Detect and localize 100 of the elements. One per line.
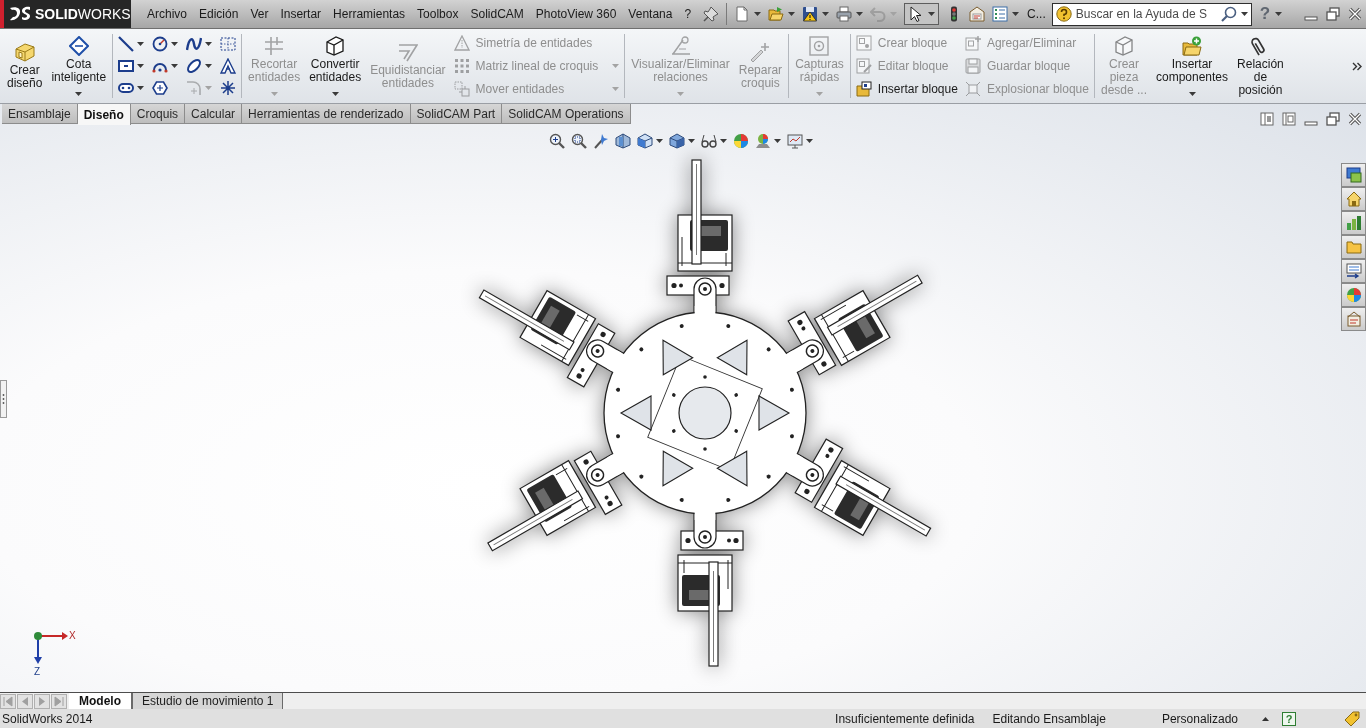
tool-button[interactable]: [220, 58, 237, 74]
ribbon-tab[interactable]: Ensamblaje: [2, 104, 78, 124]
bottom-tab[interactable]: Estudio de movimiento 1: [132, 693, 284, 709]
search-field[interactable]: Buscar en la Ayuda de S: [1051, 2, 1252, 26]
tool-button[interactable]: [186, 36, 213, 52]
help-bubble-icon: [1055, 6, 1072, 22]
spline-icon: [186, 36, 203, 52]
color-sphere-icon: [733, 133, 749, 149]
cube-icon: [637, 133, 653, 149]
axis-label: X: [69, 630, 76, 641]
task-pane-tab[interactable]: [1341, 163, 1366, 187]
pushpin-icon[interactable]: [703, 6, 720, 22]
point-icon: [220, 80, 237, 96]
task-pane-tab[interactable]: [1341, 235, 1366, 259]
ribbon-button[interactable]: Relación de posición: [1234, 29, 1287, 103]
caret-up-icon[interactable]: [1262, 716, 1269, 721]
caret-down-icon: [774, 139, 781, 143]
toolbar-button[interactable]: [992, 3, 1020, 25]
bottom-tab[interactable]: Modelo: [69, 693, 132, 709]
tag-icon[interactable]: [1344, 710, 1360, 727]
bar-chart-icon: [1345, 215, 1362, 231]
ribbon-tab[interactable]: SolidCAM Part: [410, 104, 503, 124]
sphere-stand-icon: [755, 133, 771, 149]
page-icon: [734, 6, 751, 22]
slot-icon: [118, 80, 135, 96]
caret-down-icon: [806, 139, 813, 143]
task-pane-tab[interactable]: [1341, 211, 1366, 235]
caret-down-icon: [205, 64, 213, 68]
task-pane-tab[interactable]: [1341, 187, 1366, 211]
toolbar-button[interactable]: [904, 3, 940, 25]
tool-button[interactable]: [118, 36, 145, 52]
folder-plus-icon: [1182, 36, 1202, 56]
close-icon[interactable]: [1348, 7, 1362, 21]
task-pane-tab[interactable]: [1341, 307, 1366, 331]
ribbon-tab[interactable]: Croquis: [130, 104, 186, 124]
checklist-icon: [992, 6, 1009, 22]
caret-down-icon: [137, 64, 145, 68]
view-toolbar-button[interactable]: [669, 133, 695, 149]
menu-item[interactable]: Ver: [244, 5, 275, 23]
menu-item[interactable]: Insertar: [274, 5, 328, 23]
ribbon-tab[interactable]: Herramientas de renderizado: [242, 104, 411, 124]
caret-down-icon: [1275, 12, 1283, 16]
axis-label: Z: [34, 666, 41, 677]
tool-button[interactable]: [118, 58, 145, 74]
menu-item[interactable]: Archivo: [141, 5, 193, 23]
menu-item[interactable]: SolidCAM: [464, 5, 530, 23]
ribbon-tab[interactable]: SolidCAM Operations: [502, 104, 631, 124]
caret-down-icon: [1012, 12, 1020, 16]
caret-down-icon: [677, 92, 684, 96]
tile-horizontal-icon[interactable]: [1282, 112, 1296, 126]
view-toolbar-button[interactable]: [571, 133, 587, 149]
view-toolbar-button[interactable]: [755, 133, 781, 149]
close-icon[interactable]: [1348, 112, 1362, 126]
restore-icon[interactable]: [1326, 112, 1340, 126]
panel-handle-icon[interactable]: [0, 380, 7, 418]
task-pane-tab[interactable]: [1341, 259, 1366, 283]
caret-down-icon: [612, 64, 620, 68]
ribbon-tab[interactable]: Calcular: [185, 104, 243, 124]
view-toolbar-button[interactable]: [787, 133, 813, 149]
ribbon-small-button[interactable]: Insertar bloque: [855, 81, 958, 97]
logo-mark-icon: [9, 6, 31, 22]
ribbon-button[interactable]: Insertar componentes: [1153, 29, 1232, 103]
view-toolbar-button[interactable]: [615, 133, 631, 149]
search-icon: [1220, 6, 1237, 22]
folder-icon: [1345, 239, 1362, 255]
menu-item[interactable]: Edición: [193, 5, 245, 23]
tile-vertical-icon[interactable]: [1260, 112, 1274, 126]
section-cube-icon: [615, 133, 631, 149]
chevron-double-right-icon[interactable]: [1352, 61, 1362, 71]
toolbar-button[interactable]: [734, 3, 762, 25]
restore-icon[interactable]: [1326, 7, 1340, 21]
dimension-icon: [68, 36, 89, 56]
menu-item[interactable]: ?: [678, 5, 698, 23]
view-toolbar-button[interactable]: [637, 133, 663, 149]
ellipse-icon: [186, 58, 203, 74]
menu-item[interactable]: Toolbox: [411, 5, 465, 23]
move-icon: [453, 81, 470, 97]
ribbon-button[interactable]: Crear diseño: [4, 29, 46, 103]
task-pane-tab[interactable]: [1341, 283, 1366, 307]
caret-down-icon: [856, 12, 864, 16]
caret-down-icon: [331, 92, 339, 96]
help-button[interactable]: ?: [1282, 711, 1296, 726]
menu-item[interactable]: PhotoView 360: [529, 5, 623, 23]
ribbon-tab[interactable]: Diseño: [77, 104, 131, 125]
tool-button[interactable]: [186, 58, 213, 74]
menu-item[interactable]: Ventana: [622, 5, 679, 23]
menu-item[interactable]: Herramientas: [327, 5, 412, 23]
tool-button[interactable]: [152, 36, 179, 52]
tool-button[interactable]: [220, 80, 237, 96]
view-toolbar-button[interactable]: [701, 133, 727, 149]
folder-block-icon: [855, 81, 872, 97]
ribbon-button[interactable]: Convertir entidades: [306, 29, 365, 103]
ribbon-button[interactable]: Cota inteligente: [48, 29, 110, 103]
toolbar-button[interactable]: C...: [1027, 5, 1046, 23]
toolbar-button[interactable]: [836, 3, 864, 25]
tool-button[interactable]: [118, 80, 145, 96]
view-toolbar-button[interactable]: [549, 133, 565, 149]
view-toolbar-button[interactable]: [593, 133, 609, 149]
status-text: SolidWorks 2014: [2, 710, 93, 728]
monitor-icon: [787, 133, 803, 149]
